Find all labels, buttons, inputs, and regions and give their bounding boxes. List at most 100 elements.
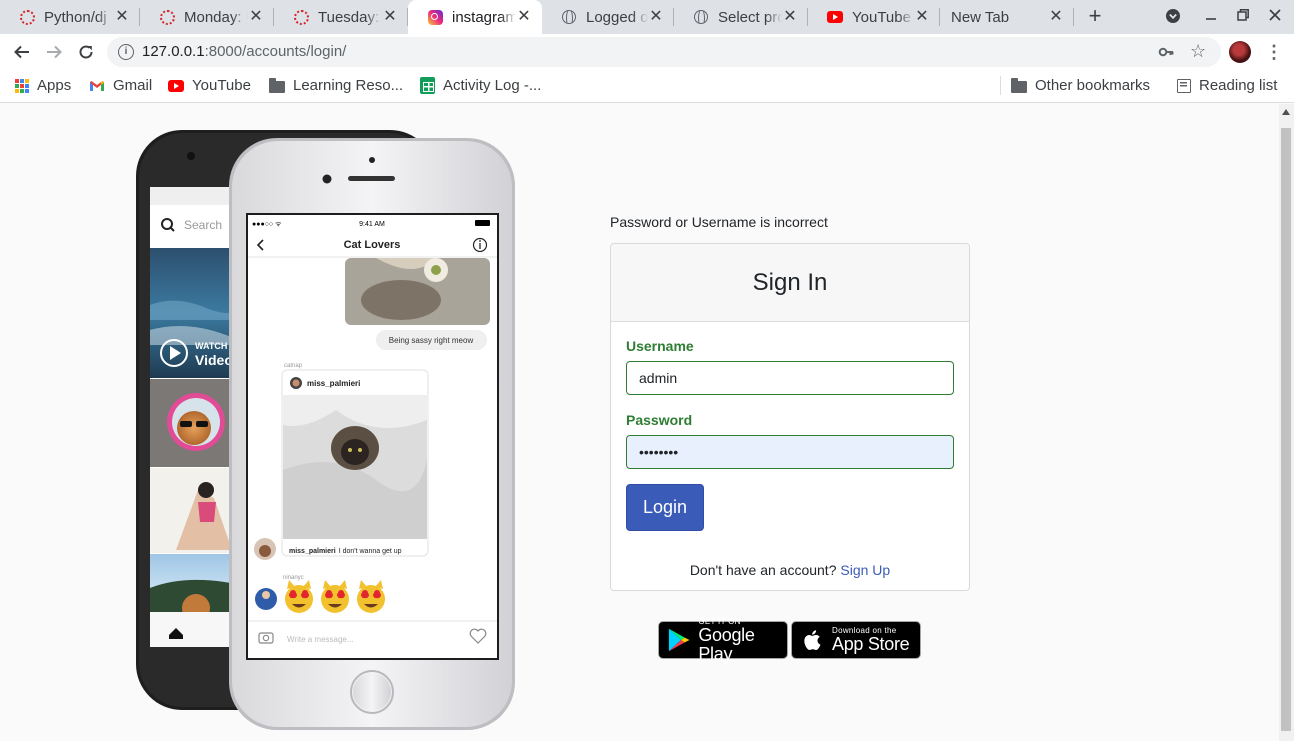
tab-title: Select pro [718,8,782,26]
site-info-icon[interactable]: i [118,44,134,60]
restore-icon[interactable] [1234,8,1252,26]
red-ring-icon [19,9,35,25]
tab-python-dj[interactable]: Python/dj ✕ [0,0,140,34]
close-window-icon[interactable] [1266,8,1284,26]
instagram-icon [427,9,443,25]
phone-watch-label: WATCH [195,341,227,351]
tab-title: Logged ou [586,8,648,26]
phone-message-placeholder: Write a message... [287,635,354,644]
browser-toolbar: i 127.0.0.1:8000/accounts/login/ ☆ ⋮ [0,34,1294,70]
reading-list-button[interactable]: Reading list [1177,70,1277,101]
phone-status-time: 9:41 AM [359,221,385,228]
close-icon[interactable]: ✕ [914,9,930,25]
globe-icon [693,9,709,25]
bookmark-other-bookmarks[interactable]: Other bookmarks [1011,70,1150,101]
tab-youtube[interactable]: YouTube ✕ [808,0,940,34]
phone-search-placeholder: Search [184,218,222,232]
youtube-icon [168,79,184,92]
tab-title: Tuesday: h [318,8,382,26]
red-ring-icon [293,9,309,25]
close-icon[interactable]: ✕ [1048,9,1064,25]
page-scrollbar[interactable] [1279,104,1294,741]
close-icon[interactable]: ✕ [248,9,264,25]
gmail-icon [89,80,105,92]
signup-prompt: Don't have an account? Sign Up [611,562,969,578]
close-icon[interactable]: ✕ [382,9,398,25]
scroll-up-arrow-icon[interactable] [1282,109,1290,115]
youtube-icon [827,9,843,25]
bookmark-label: Gmail [113,77,153,94]
password-label: Password [626,412,693,428]
new-tab-plus-icon[interactable]: + [1084,5,1106,28]
reload-icon[interactable] [74,40,98,64]
folder-icon [269,77,285,93]
more-menu-icon[interactable]: ⋮ [1265,40,1283,64]
bookmark-label: Apps [37,77,72,94]
phone-sassy-message: Being sassy right meow [389,336,474,345]
key-icon[interactable] [1158,44,1174,63]
tab-select-pro[interactable]: Select pro ✕ [674,0,808,34]
bookmarks-divider [1000,76,1001,95]
bookmarks-bar: Apps Gmail YouTube Learning Reso... Acti… [0,70,1294,103]
username-input[interactable] [626,361,954,395]
login-error-message: Password or Username is incorrect [610,214,828,230]
red-ring-icon [159,9,175,25]
bookmark-label: Reading list [1199,77,1278,94]
svg-text:●●●○○ ᯤ: ●●●○○ ᯤ [252,221,282,228]
google-play-badge[interactable]: GET IT ON Google Play [658,617,788,663]
apps-grid-icon [15,78,29,93]
tab-search-icon[interactable] [1164,8,1182,26]
folder-icon [1011,77,1027,93]
close-icon[interactable]: ✕ [114,9,130,25]
phones-illustration: Search WATCH Video ●●●○○ ᯤ 9:41 AM Cat L… [136,130,515,730]
sheets-icon [420,77,435,94]
front-phone: ●●●○○ ᯤ 9:41 AM Cat Lovers Being sassy r… [229,138,515,730]
url-host: 127.0.0.1 [142,43,205,60]
back-arrow-icon[interactable] [10,40,34,64]
bookmark-star-icon[interactable]: ☆ [1190,41,1206,62]
close-icon[interactable]: ✕ [648,9,664,25]
google-play-text: Google Play [698,624,755,664]
app-store-badge[interactable]: Download on the App Store [791,621,921,659]
bookmark-label: YouTube [192,77,251,94]
minimize-icon[interactable] [1202,8,1220,26]
login-button[interactable]: Login [626,484,704,531]
bookmark-youtube[interactable]: YouTube [168,70,251,101]
globe-icon [561,9,577,25]
url-text[interactable]: 127.0.0.1:8000/accounts/login/ [142,43,346,60]
bookmark-label: Other bookmarks [1035,77,1151,94]
phone-post-user: miss_palmieri [307,379,360,388]
password-input[interactable] [626,435,954,469]
close-icon[interactable]: ✕ [516,9,532,25]
reading-list-icon [1177,78,1191,93]
username-label: Username [626,338,694,354]
tab-title: Python/dj [44,8,107,26]
apple-logo-icon [804,630,821,650]
scrollbar-thumb[interactable] [1281,128,1291,731]
phone-sender-small: catnap [284,363,303,369]
tab-tuesday[interactable]: Tuesday: h ✕ [274,0,408,34]
sign-in-title: Sign In [611,244,969,322]
phone-chat-title: Cat Lovers [344,239,401,251]
bookmark-gmail[interactable]: Gmail [89,70,152,101]
tab-title: New Tab [951,8,1010,26]
bookmark-label: Learning Reso... [293,77,404,94]
sign-in-card: Sign In Username Password Login Don't ha… [610,243,970,591]
tab-logged-out[interactable]: Logged ou ✕ [542,0,674,34]
tab-new-tab[interactable]: New Tab ✕ [940,0,1074,34]
address-bar[interactable]: i 127.0.0.1:8000/accounts/login/ ☆ [107,37,1221,67]
tab-title: YouTube [852,8,911,26]
signup-link[interactable]: Sign Up [840,562,890,578]
bookmark-learning-resources[interactable]: Learning Reso... [269,70,403,101]
bookmark-apps[interactable]: Apps [15,70,71,101]
close-icon[interactable]: ✕ [782,9,798,25]
tab-title: instagram [452,8,516,26]
profile-avatar[interactable] [1229,41,1251,63]
tab-instagram[interactable]: instagram ✕ [408,0,542,34]
tab-monday[interactable]: Monday: U ✕ [140,0,274,34]
svg-text:miss_palmieriI don't wanna get: miss_palmieri I don't wanna get up [289,548,402,555]
bookmark-activity-log[interactable]: Activity Log -... [420,70,541,101]
app-store-text: App Store [832,634,910,654]
forward-arrow-icon[interactable] [42,40,66,64]
phone-caption-user: miss_palmieri [289,548,336,555]
